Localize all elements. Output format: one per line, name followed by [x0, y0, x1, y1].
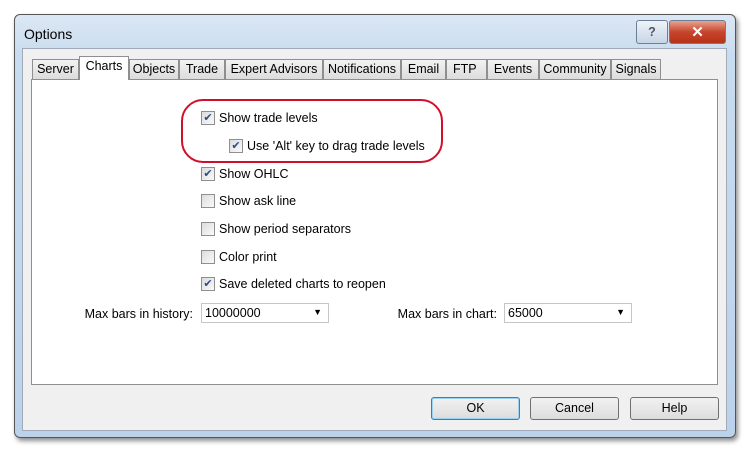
select-value: 65000	[508, 306, 543, 320]
tab-signals[interactable]: Signals	[611, 59, 661, 79]
checkbox-box	[201, 194, 215, 208]
max-bars-history-label: Max bars in history:	[84, 307, 193, 321]
checkbox-label: Show trade levels	[219, 111, 318, 125]
options-dialog: Options ? ✕ Server Charts Objects Trade …	[14, 14, 736, 438]
dropdown-arrow-icon: ▼	[313, 307, 322, 317]
max-bars-history-select[interactable]: 10000000 ▼	[201, 303, 329, 323]
show-ask-line-checkbox[interactable]: Show ask line	[201, 194, 296, 208]
tab-notifications[interactable]: Notifications	[323, 59, 401, 79]
tab-ftp[interactable]: FTP	[446, 59, 487, 79]
color-print-checkbox[interactable]: Color print	[201, 250, 277, 264]
tab-email[interactable]: Email	[401, 59, 446, 79]
tab-charts[interactable]: Charts	[79, 56, 129, 80]
help-title-button[interactable]: ?	[636, 20, 668, 44]
checkbox-label: Save deleted charts to reopen	[219, 277, 386, 291]
tab-server[interactable]: Server	[32, 59, 79, 79]
show-trade-levels-checkbox[interactable]: ✔ Show trade levels	[201, 111, 318, 125]
dropdown-arrow-icon: ▼	[616, 307, 625, 317]
tab-events[interactable]: Events	[487, 59, 539, 79]
show-period-separators-checkbox[interactable]: Show period separators	[201, 222, 351, 236]
checkbox-label: Show ask line	[219, 194, 297, 208]
save-deleted-charts-checkbox[interactable]: ✔ Save deleted charts to reopen	[201, 277, 386, 291]
checkbox-label: Show period separators	[219, 222, 352, 236]
show-ohlc-checkbox[interactable]: ✔ Show OHLC	[201, 167, 288, 181]
use-alt-key-checkbox[interactable]: ✔ Use 'Alt' key to drag trade levels	[229, 139, 425, 153]
question-icon: ?	[648, 25, 656, 39]
max-bars-chart-select[interactable]: 65000 ▼	[504, 303, 632, 323]
checkbox-box	[201, 222, 215, 236]
checkmark-icon: ✔	[201, 167, 215, 181]
checkmark-icon: ✔	[201, 277, 215, 291]
tab-expert-advisors[interactable]: Expert Advisors	[225, 59, 323, 79]
checkbox-label: Use 'Alt' key to drag trade levels	[247, 139, 425, 153]
tab-objects[interactable]: Objects	[129, 59, 179, 79]
checkbox-label: Show OHLC	[219, 167, 289, 181]
checkmark-icon: ✔	[201, 111, 215, 125]
max-bars-chart-label: Max bars in chart:	[397, 307, 497, 321]
highlight-annotation	[181, 99, 443, 163]
ok-button[interactable]: OK	[431, 397, 520, 420]
close-button[interactable]: ✕	[669, 20, 726, 44]
select-value: 10000000	[205, 306, 261, 320]
checkbox-label: Color print	[219, 250, 277, 264]
checkmark-icon: ✔	[229, 139, 243, 153]
cancel-button[interactable]: Cancel	[530, 397, 619, 420]
close-icon: ✕	[691, 24, 704, 41]
window-title: Options	[24, 26, 73, 42]
help-button[interactable]: Help	[630, 397, 719, 420]
tab-trade[interactable]: Trade	[179, 59, 225, 79]
tab-community[interactable]: Community	[539, 59, 611, 79]
checkbox-box	[201, 250, 215, 264]
